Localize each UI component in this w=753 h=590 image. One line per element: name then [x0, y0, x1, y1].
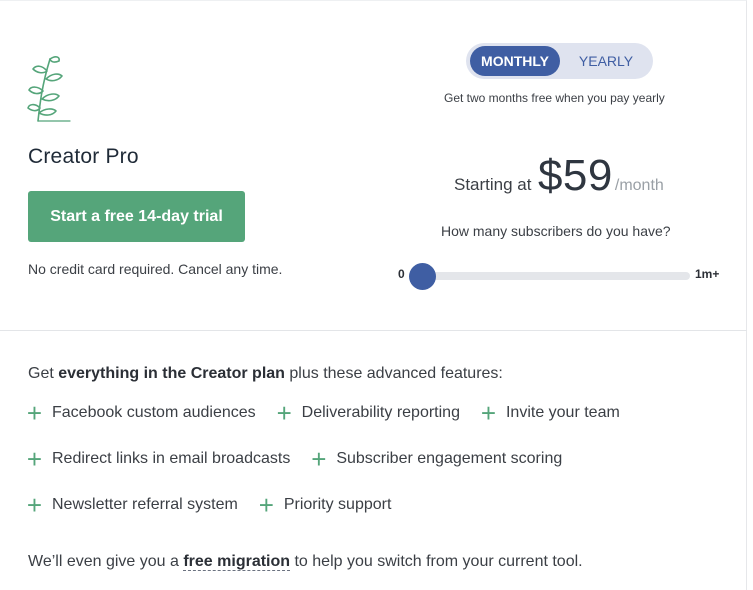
yearly-option[interactable]: YEARLY [566, 46, 646, 76]
subscriber-question: How many subscribers do you have? [441, 223, 671, 239]
feature-label: Invite your team [505, 404, 620, 421]
feature-row: + Newsletter referral system + Priority su… [26, 490, 411, 520]
feature-label: Facebook custom audiences [52, 404, 256, 421]
features-intro-prefix: Get [28, 365, 59, 382]
feature-item: + Priority support [258, 490, 392, 520]
free-migration-link[interactable]: free migration [183, 553, 291, 571]
migration-note: We’ll even give you a free migration to … [28, 553, 583, 571]
feature-label: Redirect links in email broadcasts [52, 450, 291, 467]
price-display: Starting at $59/month [454, 151, 664, 201]
feature-item: + Newsletter referral system [26, 490, 238, 520]
feature-row: + Facebook custom audiences + Deliverabili… [26, 398, 640, 428]
subscriber-slider-handle[interactable] [409, 263, 436, 290]
feature-item: + Facebook custom audiences [26, 398, 256, 428]
feature-label: Deliverability reporting [301, 404, 460, 421]
plus-icon: + [26, 444, 43, 474]
start-trial-button[interactable]: Start a free 14-day trial [28, 191, 245, 242]
pricing-card: Creator Pro Start a free 14-day trial No… [0, 0, 747, 590]
starting-at-label: Starting at [454, 175, 532, 194]
slider-min-label: 0 [398, 267, 405, 281]
feature-item: + Redirect links in email broadcasts [26, 444, 291, 474]
sprout-icon [27, 56, 71, 122]
price-value: $59 [537, 151, 613, 200]
feature-label: Subscriber engagement scoring [336, 450, 563, 467]
plan-title: Creator Pro [28, 145, 139, 168]
features-intro-suffix: plus these advanced features: [284, 365, 503, 382]
yearly-discount-note: Get two months free when you pay yearly [444, 91, 665, 105]
slider-max-label: 1m+ [695, 267, 720, 281]
price-period: /month [614, 177, 664, 194]
feature-label: Priority support [283, 496, 392, 513]
plus-icon: + [311, 444, 327, 474]
monthly-option[interactable]: MONTHLY [470, 46, 560, 76]
feature-item: + Deliverability reporting [276, 398, 460, 428]
migration-suffix: to help you switch from your current too… [290, 553, 583, 570]
plus-icon: + [480, 398, 497, 428]
section-divider [0, 330, 747, 331]
trial-note: No credit card required. Cancel any time… [28, 261, 283, 277]
subscriber-slider-track[interactable] [410, 272, 690, 280]
feature-item: + Invite your team [480, 398, 620, 428]
plus-icon: + [258, 490, 274, 520]
feature-item: + Subscriber engagement scoring [310, 444, 563, 474]
plan-header: Creator Pro Start a free 14-day trial No… [0, 1, 747, 331]
migration-prefix: We’ll even give you a [28, 553, 184, 570]
features-intro-bold: everything in the Creator plan [58, 365, 285, 382]
features-intro: Get everything in the Creator plan plus … [28, 365, 503, 383]
plus-icon: + [26, 490, 43, 520]
plus-icon: + [26, 398, 43, 428]
billing-toggle: MONTHLY YEARLY [466, 43, 653, 79]
plus-icon: + [276, 398, 292, 428]
feature-row: + Redirect links in email broadcasts + Sub… [26, 444, 582, 474]
feature-label: Newsletter referral system [52, 496, 238, 513]
